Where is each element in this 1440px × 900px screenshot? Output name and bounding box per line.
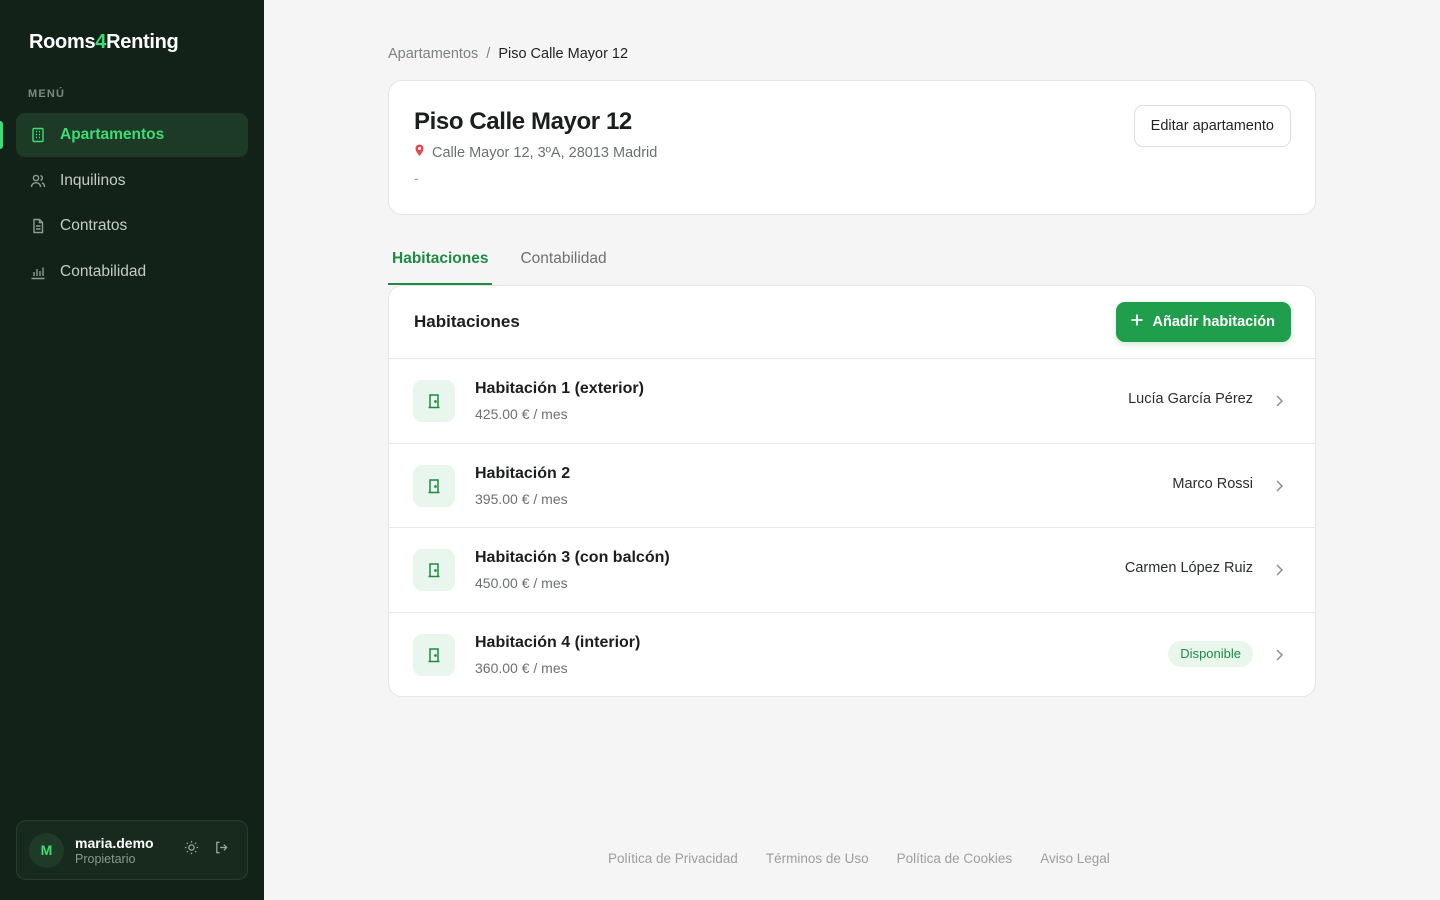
chevron-right-icon [1276, 648, 1284, 661]
room-row[interactable]: Habitación 2 395.00 € / mes Marco Rossi [389, 444, 1315, 528]
apartment-address: Calle Mayor 12, 3ºA, 28013 Madrid [414, 144, 657, 161]
sidebar-item-contratos[interactable]: Contratos [16, 204, 248, 248]
room-row[interactable]: Habitación 4 (interior) 360.00 € / mes D… [389, 613, 1315, 697]
room-price: 425.00 € / mes [475, 406, 568, 422]
door-icon [413, 464, 455, 507]
users-icon [30, 173, 46, 189]
sidebar-item-label: Apartamentos [60, 126, 165, 143]
apartment-card: Piso Calle Mayor 12 Calle Mayor 12, 3ºA,… [388, 80, 1316, 215]
footer-link-legal[interactable]: Aviso Legal [1040, 851, 1110, 866]
breadcrumb: Apartamentos / Piso Calle Mayor 12 [388, 46, 628, 62]
add-room-label: Añadir habitación [1152, 314, 1275, 330]
door-icon [413, 633, 455, 676]
footer-link-terms[interactable]: Términos de Uso [766, 851, 869, 866]
avatar: M [29, 832, 64, 868]
logout-button[interactable] [209, 838, 233, 862]
footer: Política de Privacidad Términos de Uso P… [608, 851, 1110, 866]
room-name: Habitación 1 (exterior) [475, 380, 644, 397]
room-price: 450.00 € / mes [475, 575, 568, 591]
sidebar-item-label: Contabilidad [60, 262, 147, 280]
door-icon [413, 380, 455, 422]
sidebar-item-apartamentos[interactable]: Apartamentos [16, 113, 248, 157]
bar-chart-icon [30, 264, 46, 280]
logout-icon [214, 840, 229, 860]
room-row[interactable]: Habitación 1 (exterior) 425.00 € / mes L… [389, 359, 1315, 444]
footer-link-privacy[interactable]: Política de Privacidad [608, 851, 738, 866]
page-title: Piso Calle Mayor 12 [414, 108, 632, 135]
sidebar-item-label: Contratos [60, 217, 128, 234]
user-role: Propietario [75, 851, 136, 866]
room-price: 395.00 € / mes [475, 490, 568, 507]
breadcrumb-current: Piso Calle Mayor 12 [498, 46, 629, 62]
map-pin-icon [414, 144, 425, 161]
chevron-right-icon [1276, 395, 1284, 407]
user-name: maria.demo [75, 834, 154, 851]
sidebar-nav: Apartamentos Inquilinos Contratos Contab… [16, 113, 248, 295]
add-room-button[interactable]: Añadir habitación [1115, 302, 1291, 342]
user-info: maria.demo Propietario [75, 835, 173, 866]
plus-icon [1130, 313, 1144, 331]
room-price: 360.00 € / mes [475, 659, 568, 676]
rooms-header: Habitaciones Añadir habitación [389, 286, 1315, 359]
breadcrumb-link-apartamentos[interactable]: Apartamentos [388, 46, 478, 62]
room-name: Habitación 3 (con balcón) [475, 549, 670, 566]
status-badge: Disponible [1168, 640, 1253, 667]
chevron-right-icon [1276, 479, 1284, 492]
logo-text-prefix: Rooms [29, 31, 96, 53]
room-tenant: Carmen López Ruiz [1124, 560, 1253, 576]
footer-link-cookies[interactable]: Política de Cookies [897, 851, 1013, 866]
user-card: M maria.demo Propietario [16, 820, 248, 880]
sidebar-item-inquilinos[interactable]: Inquilinos [16, 159, 248, 203]
logo-text-suffix: Renting [106, 31, 179, 53]
menu-section-label: MENÚ [28, 88, 66, 100]
building-icon [30, 127, 46, 143]
room-name: Habitación 2 [475, 464, 571, 482]
apartment-description: - [414, 170, 419, 186]
chevron-right-icon [1276, 564, 1284, 576]
breadcrumb-separator: / [486, 46, 491, 62]
sidebar-item-contabilidad[interactable]: Contabilidad [16, 250, 248, 294]
door-icon [413, 549, 455, 591]
rooms-title: Habitaciones [414, 312, 520, 331]
tab-contabilidad[interactable]: Contabilidad [516, 244, 610, 285]
theme-toggle-button[interactable] [179, 838, 203, 862]
edit-apartment-button[interactable]: Editar apartamento [1133, 105, 1291, 147]
room-tenant: Lucía García Pérez [1128, 391, 1253, 407]
tabs: Habitaciones Contabilidad [388, 244, 635, 285]
sidebar: Rooms4Renting MENÚ Apartamentos Inquilin… [0, 0, 264, 900]
document-icon [30, 218, 46, 234]
sidebar-item-label: Inquilinos [60, 171, 126, 189]
room-name: Habitación 4 (interior) [475, 633, 641, 651]
address-text: Calle Mayor 12, 3ºA, 28013 Madrid [432, 144, 658, 161]
rooms-card: Habitaciones Añadir habitación Habitació… [388, 285, 1316, 697]
active-indicator [0, 121, 3, 149]
logo-text-accent: 4 [95, 31, 107, 53]
room-row[interactable]: Habitación 3 (con balcón) 450.00 € / mes… [389, 528, 1315, 613]
tab-habitaciones[interactable]: Habitaciones [388, 244, 493, 285]
sun-icon [184, 840, 199, 860]
app-logo[interactable]: Rooms4Renting [29, 31, 179, 54]
room-tenant: Marco Rossi [1172, 475, 1253, 492]
